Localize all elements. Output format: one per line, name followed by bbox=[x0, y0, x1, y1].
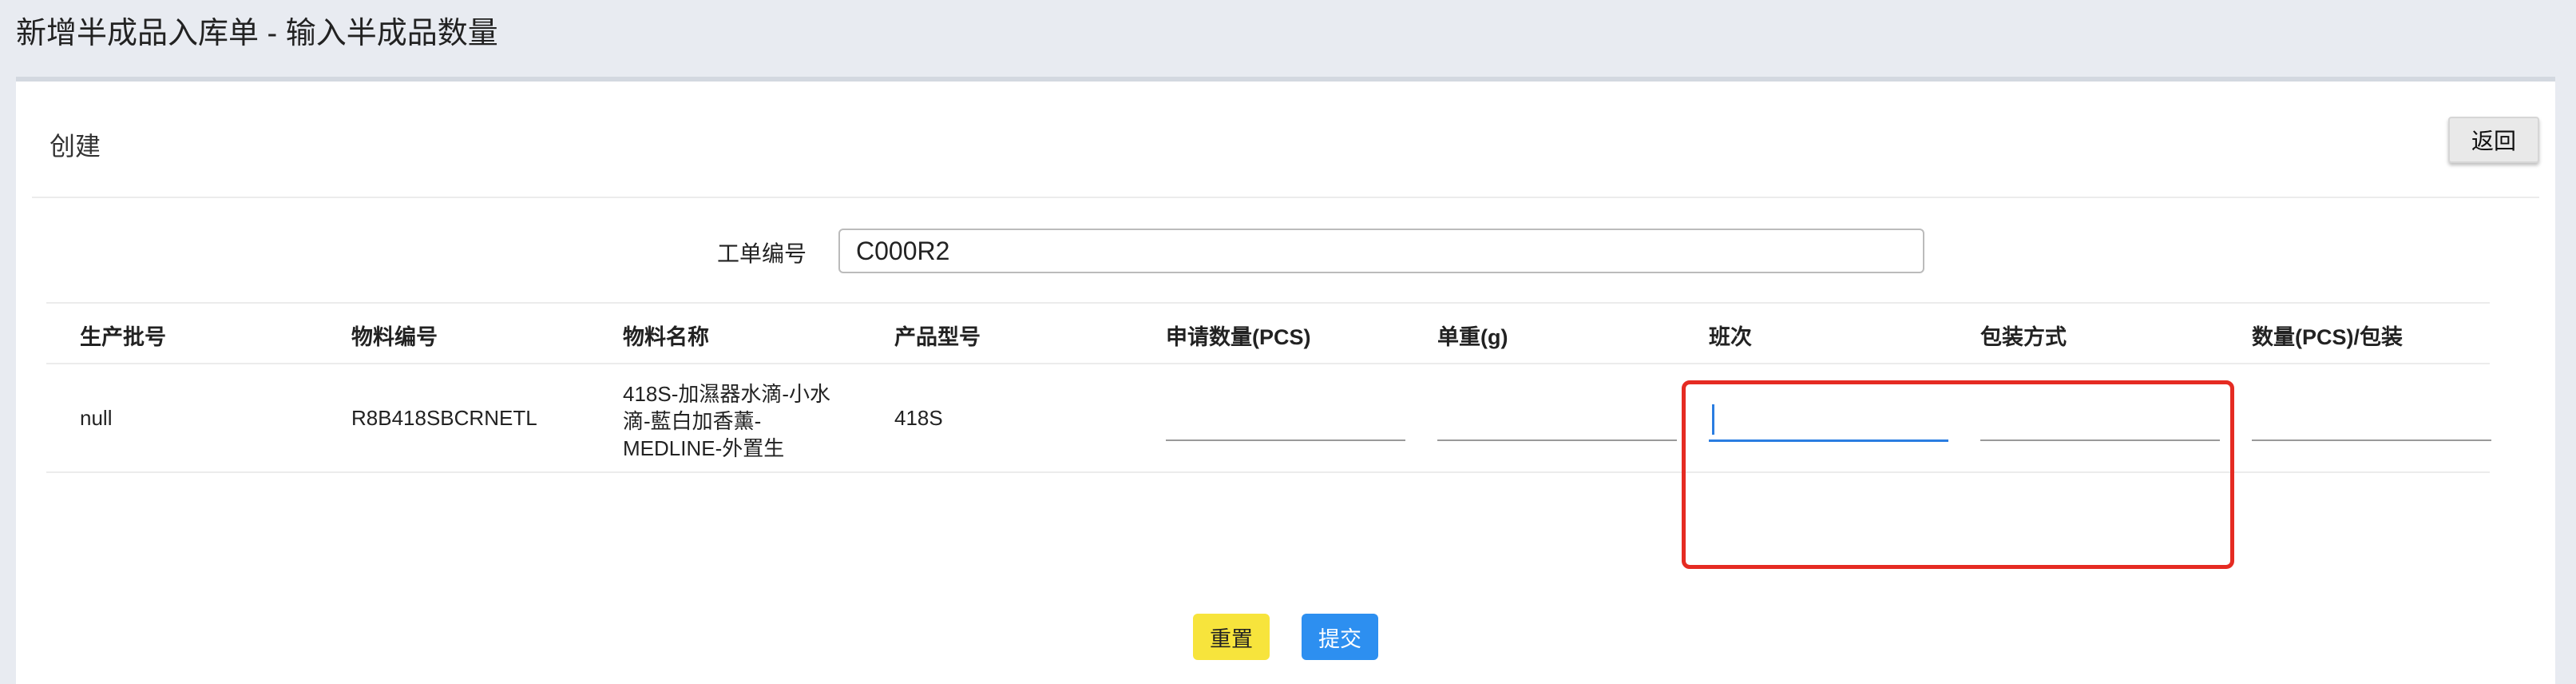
table-row: null R8B418SBCRNETL 418S-加濕器水滴-小水滴-藍白加香薰… bbox=[46, 364, 2491, 473]
reset-button[interactable]: 重置 bbox=[1193, 614, 1270, 660]
qty-per-pack-input[interactable] bbox=[2252, 393, 2491, 441]
card-header: 创建 返回 bbox=[32, 82, 2539, 198]
back-button[interactable]: 返回 bbox=[2448, 117, 2539, 163]
text-caret bbox=[1712, 404, 1714, 435]
request-qty-input[interactable] bbox=[1166, 393, 1405, 441]
col-batch-no: 生产批号 bbox=[80, 325, 166, 349]
cell-material-no: R8B418SBCRNETL bbox=[351, 406, 537, 430]
submit-button[interactable]: 提交 bbox=[1302, 614, 1378, 660]
work-order-label: 工单编号 bbox=[717, 241, 807, 266]
cell-model: 418S bbox=[894, 406, 943, 430]
col-model: 产品型号 bbox=[894, 325, 981, 349]
packing-input[interactable] bbox=[1980, 393, 2220, 441]
table-header: 生产批号 物料编号 物料名称 产品型号 申请数量(PCS) 单重(g) 班次 包… bbox=[46, 304, 2490, 364]
cell-material-name: 418S-加濕器水滴-小水滴-藍白加香薰-MEDLINE-外置生 bbox=[623, 382, 831, 460]
page-title: 新增半成品入库单 - 输入半成品数量 bbox=[16, 17, 498, 50]
card-title: 创建 bbox=[50, 132, 101, 161]
col-qty-per-pack: 数量(PCS)/包装 bbox=[2252, 325, 2403, 349]
col-material-no: 物料编号 bbox=[351, 325, 438, 349]
col-request-qty: 申请数量(PCS) bbox=[1166, 325, 1311, 349]
work-order-input[interactable] bbox=[838, 229, 1924, 273]
work-order-row: 工单编号 bbox=[16, 229, 2555, 273]
items-table: 生产批号 物料编号 物料名称 产品型号 申请数量(PCS) 单重(g) 班次 包… bbox=[46, 302, 2491, 473]
cell-batch-no: null bbox=[80, 406, 113, 430]
unit-weight-input[interactable] bbox=[1437, 393, 1677, 441]
col-material-name: 物料名称 bbox=[623, 325, 709, 349]
shift-input[interactable] bbox=[1709, 393, 1948, 442]
col-packing: 包装方式 bbox=[1980, 325, 2067, 349]
col-unit-weight: 单重(g) bbox=[1437, 325, 1508, 349]
col-shift: 班次 bbox=[1709, 325, 1752, 349]
